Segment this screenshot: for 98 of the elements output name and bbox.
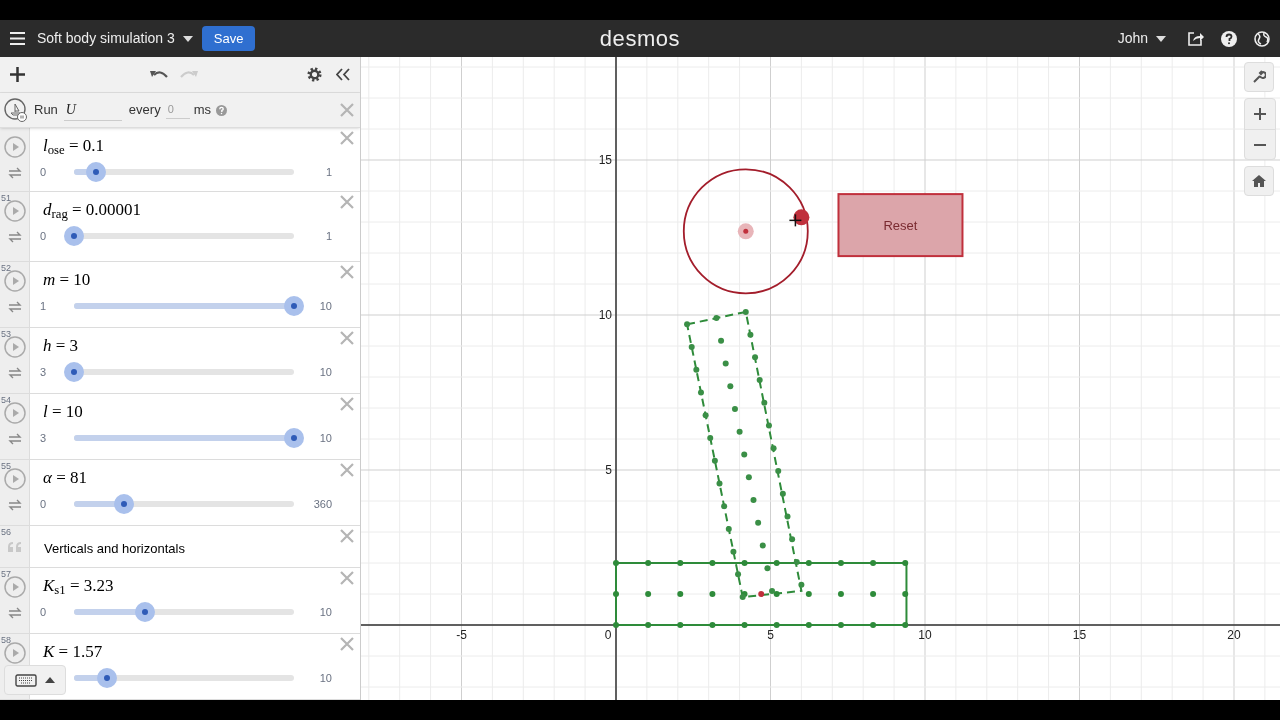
play-icon[interactable] bbox=[3, 468, 26, 490]
line-number: 52 bbox=[1, 262, 11, 275]
graph-title[interactable]: Soft body simulation 3 bbox=[37, 28, 175, 49]
save-button[interactable]: Save bbox=[201, 26, 256, 51]
run-label: Run bbox=[34, 101, 58, 120]
axis-tick-label: 10 bbox=[598, 308, 612, 322]
play-icon[interactable] bbox=[3, 402, 26, 424]
expression-text[interactable]: α = 81 bbox=[30, 460, 360, 490]
play-icon[interactable] bbox=[3, 270, 26, 292]
slider-max: 1 bbox=[324, 228, 332, 244]
home-button[interactable] bbox=[1244, 166, 1274, 196]
slider-min: 0 bbox=[40, 604, 47, 620]
axis-tick-label: -5 bbox=[456, 628, 467, 642]
loop-icon[interactable] bbox=[7, 301, 22, 313]
axis-tick-label: 10 bbox=[918, 628, 932, 642]
slider-max: 10 bbox=[318, 298, 332, 314]
every-label: every bbox=[128, 101, 161, 120]
line-number: 57 bbox=[1, 568, 11, 581]
play-icon[interactable] bbox=[3, 336, 26, 358]
delete-button[interactable] bbox=[339, 396, 355, 412]
slider-max: 10 bbox=[318, 604, 332, 620]
delete-button[interactable] bbox=[339, 194, 355, 210]
axis-tick-label: 15 bbox=[1072, 628, 1087, 642]
axis-tick-label: 5 bbox=[605, 463, 612, 477]
expression-text[interactable]: m = 10 bbox=[30, 262, 360, 292]
axis-tick-label: 20 bbox=[1227, 628, 1241, 642]
play-icon[interactable] bbox=[3, 642, 26, 664]
settings-icon[interactable] bbox=[307, 67, 322, 82]
slider-min: 0 bbox=[40, 164, 47, 180]
loop-icon[interactable] bbox=[7, 607, 22, 619]
expression-text[interactable]: l$_{ose}$ = 0.1 bbox=[30, 128, 360, 158]
logo: desmos bbox=[599, 25, 681, 53]
axis-tick-label: 0 bbox=[604, 628, 612, 642]
collapse-icon[interactable] bbox=[336, 68, 350, 81]
loop-icon[interactable] bbox=[7, 231, 22, 243]
loop-icon[interactable] bbox=[7, 433, 22, 445]
ticker-icon[interactable] bbox=[4, 98, 28, 122]
axis-tick-label: 5 bbox=[767, 628, 774, 642]
close-icon[interactable] bbox=[339, 102, 355, 118]
line-number: 58 bbox=[1, 634, 11, 647]
delete-button[interactable] bbox=[339, 264, 355, 280]
unit-label: ms bbox=[193, 101, 211, 120]
caret-icon[interactable] bbox=[1156, 35, 1166, 42]
slider-max: 10 bbox=[318, 430, 332, 446]
user-menu[interactable]: John bbox=[1117, 28, 1148, 49]
share-icon[interactable] bbox=[1188, 31, 1204, 46]
line-number: 53 bbox=[1, 328, 11, 341]
slider-min: 0 bbox=[40, 228, 47, 244]
slider-max: 10 bbox=[318, 670, 332, 686]
reset-button[interactable]: Reset bbox=[837, 193, 964, 258]
slider-min: 1 bbox=[40, 298, 47, 314]
slider-max: 360 bbox=[312, 496, 332, 512]
line-number: 51 bbox=[1, 192, 11, 205]
delete-button[interactable] bbox=[339, 636, 355, 652]
line-number: 56 bbox=[1, 526, 11, 539]
drag-point[interactable] bbox=[793, 209, 810, 226]
expression-text[interactable]: K$_{s1}$ = 3.23 bbox=[30, 568, 360, 598]
expression-text[interactable]: h = 3 bbox=[30, 328, 360, 358]
menu-icon[interactable] bbox=[10, 32, 25, 45]
caret-icon bbox=[45, 677, 55, 683]
globe-icon[interactable] bbox=[1254, 30, 1270, 47]
line-number: 54 bbox=[1, 394, 11, 407]
settings-button[interactable] bbox=[1244, 62, 1274, 92]
delete-button[interactable] bbox=[339, 330, 355, 346]
loop-icon[interactable] bbox=[7, 499, 22, 511]
add-icon[interactable] bbox=[10, 67, 25, 82]
slider-min: 3 bbox=[40, 430, 47, 446]
expression-text[interactable]: d$_{rag}$ = 0.00001 bbox=[30, 192, 360, 222]
keyboard-icon bbox=[15, 673, 37, 687]
help-icon[interactable] bbox=[1221, 30, 1237, 47]
note-text: Verticals and horizontals bbox=[44, 540, 185, 558]
play-icon[interactable] bbox=[3, 200, 26, 222]
center-point[interactable] bbox=[737, 223, 754, 240]
delete-button[interactable] bbox=[339, 462, 355, 478]
delete-button[interactable] bbox=[339, 130, 355, 146]
delete-button[interactable] bbox=[339, 528, 355, 544]
handler-field[interactable]: U bbox=[63, 99, 122, 121]
play-icon[interactable] bbox=[3, 136, 26, 158]
delete-button[interactable] bbox=[339, 570, 355, 586]
home-icon bbox=[1252, 175, 1266, 187]
slider-min: 3 bbox=[40, 364, 47, 380]
slider-max: 10 bbox=[318, 364, 332, 380]
slider-max: 1 bbox=[324, 164, 332, 180]
axis-tick-label: 15 bbox=[598, 153, 612, 167]
slider-min: 0 bbox=[40, 496, 47, 512]
wrench-icon bbox=[1252, 70, 1266, 84]
quote-icon bbox=[7, 542, 22, 552]
loop-icon[interactable] bbox=[7, 367, 22, 379]
loop-icon[interactable] bbox=[7, 167, 22, 179]
move-cursor-icon bbox=[788, 213, 803, 228]
plus-icon bbox=[1254, 108, 1266, 120]
contact-point bbox=[758, 591, 765, 597]
play-icon[interactable] bbox=[3, 576, 26, 598]
expression-text[interactable]: K = 1.57 bbox=[30, 634, 360, 664]
line-number: 55 bbox=[1, 460, 11, 473]
expression-text[interactable]: l = 10 bbox=[30, 394, 360, 424]
caret-icon[interactable] bbox=[182, 35, 193, 42]
keyboard-button[interactable] bbox=[4, 665, 66, 695]
